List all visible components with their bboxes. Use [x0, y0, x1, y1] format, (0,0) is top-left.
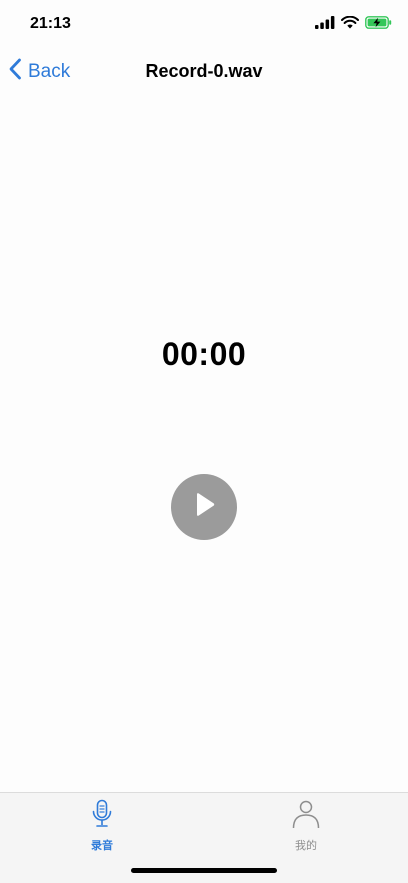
- screen: 21:13 Back Record-0.wav 00:00 录音 我的: [0, 0, 408, 883]
- status-bar: 21:13: [0, 0, 408, 48]
- wifi-icon: [341, 16, 359, 29]
- tab-record[interactable]: 录音: [62, 799, 142, 852]
- page-title: Record-0.wav: [145, 61, 263, 81]
- microphone-icon: [89, 799, 115, 834]
- person-icon: [291, 799, 321, 834]
- navigation-bar: Back Record-0.wav: [0, 48, 408, 96]
- home-indicator[interactable]: [131, 868, 277, 873]
- playback-time: 00:00: [161, 336, 247, 372]
- play-icon: [191, 491, 217, 524]
- tab-record-label: 录音: [91, 840, 113, 852]
- signal-icon: [315, 16, 335, 29]
- status-time: 21:13: [30, 15, 71, 32]
- battery-charging-icon: [365, 16, 392, 29]
- play-button[interactable]: [171, 474, 237, 540]
- tab-mine[interactable]: 我的: [266, 799, 346, 852]
- status-icons: [315, 16, 392, 29]
- tab-mine-label: 我的: [295, 840, 317, 852]
